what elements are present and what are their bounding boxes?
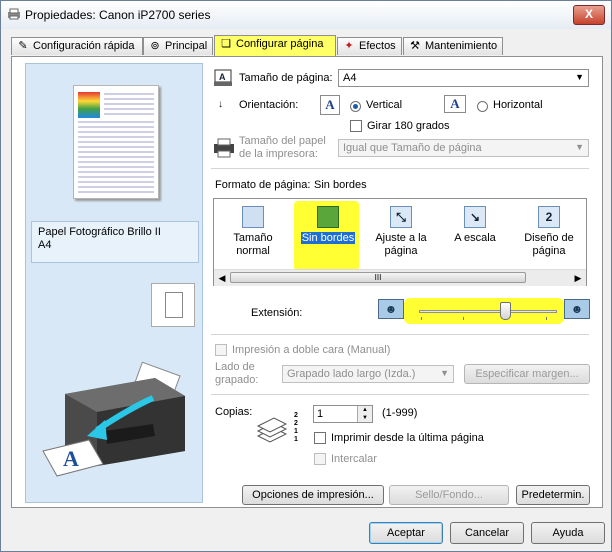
portrait-icon: A [320,95,340,115]
page-size-label: Tamaño de página: [239,72,333,84]
page-layout-label: Formato de página: [215,179,311,191]
slider-tick [546,317,547,320]
scaled-icon: ↘ [464,206,486,228]
slider-tick [463,317,464,320]
separator [211,334,589,335]
extension-label: Extensión: [251,307,303,319]
orientation-vertical-label: Vertical [366,99,403,111]
layout-page-layout[interactable]: 2 Diseño de página [514,206,584,258]
copies-stack-icon [256,414,292,450]
orientation-horizontal-label: Horizontal [493,99,543,111]
layout-scaled[interactable]: ↘ A escala [440,206,510,245]
effects-icon: ✦ [344,40,354,52]
copies-range: (1-999) [382,407,418,419]
svg-text:A: A [219,72,226,82]
scroll-left-icon[interactable]: ◀ [215,271,229,285]
chevron-down-icon: ▼ [440,368,449,378]
page-setup-icon: ❏ [221,38,231,50]
tab-strip: ✎ Configuración rápida ⊚ Principal ❏ Config… [11,35,603,57]
tab-page-setup[interactable]: ❏ Configurar página [214,35,336,57]
separator [211,168,589,169]
media-info-box: Papel Fotográfico Brillo II A4 [31,221,199,263]
fit-to-page-icon: ⤡ [390,206,412,228]
media-size-text: A4 [38,239,52,251]
copies-label: Copias: [215,406,253,418]
window-title: Propiedades: Canon iP2700 series [25,8,211,22]
ok-button[interactable]: Aceptar [369,522,443,544]
page-size-icon: A [213,69,233,87]
layout-borderless[interactable]: Sin bordes [293,206,363,245]
binding-label-line1: Lado de [215,361,255,373]
slider-tick [421,317,422,320]
scroll-right-icon[interactable]: ▶ [571,271,585,285]
paper-orientation-preview [151,283,195,327]
printer-paper-label-line2: de la impresora: [239,148,318,160]
extension-slider-thumb[interactable] [500,302,511,320]
normal-size-icon [242,206,264,228]
rotate-180-checkbox[interactable] [350,120,362,132]
collate-checkbox[interactable] [314,453,326,465]
orientation-label: Orientación: [239,99,299,111]
printer-paper-label-line1: Tamaño del papel [239,135,326,147]
binding-label-line2: grapado: [215,374,259,386]
specify-margin-button[interactable]: Especificar margen... [464,364,590,384]
chevron-down-icon: ▼ [575,142,584,152]
printer-icon [7,8,21,20]
quick-setup-icon: ✎ [18,40,28,52]
print-last-page-label: Imprimir desde la última página [331,432,484,444]
main-icon: ⊚ [150,40,160,52]
duplex-label: Impresión a doble cara (Manual) [232,344,391,356]
rotate-180-label: Girar 180 grados [367,120,450,132]
help-button[interactable]: Ayuda [531,522,605,544]
media-type-text: Papel Fotográfico Brillo II [38,226,161,238]
page-layout-icon: 2 [538,206,560,228]
collate-order-numbers: 2 2 1 1 [294,412,298,443]
borderless-icon [317,206,339,228]
maintenance-icon: ⚒ [410,40,420,52]
printer-paper-select[interactable]: Igual que Tamaño de página ▼ [338,139,589,157]
layout-normal-size[interactable]: Tamaño normal [218,206,288,258]
chevron-down-icon: ▼ [575,72,584,82]
stamp-background-button[interactable]: Sello/Fondo... [389,485,509,505]
spin-down-icon[interactable]: ▼ [357,414,372,422]
copies-spinbox[interactable]: 1 ▲ ▼ [313,405,373,423]
separator [211,394,589,395]
tab-main[interactable]: ⊚ Principal [143,37,213,55]
defaults-button[interactable]: Predetermin. [516,485,590,505]
extension-slider-track[interactable] [419,310,557,313]
tab-quick-setup[interactable]: ✎ Configuración rápida [11,37,143,55]
spin-up-icon[interactable]: ▲ [357,406,372,414]
orientation-vertical-radio[interactable] [350,101,361,112]
page-preview [73,85,159,199]
print-options-button[interactable]: Opciones de impresión... [242,485,384,505]
tab-effects[interactable]: ✦ Efectos [337,37,402,55]
binding-side-select[interactable]: Grapado lado largo (Izda.) ▼ [282,365,454,383]
printer-illustration-icon: A [35,356,195,486]
title-bar: Propiedades: Canon iP2700 series X [1,1,611,29]
layout-scrollbar[interactable]: ◀ III ▶ [214,269,586,286]
duplex-checkbox[interactable] [215,344,227,356]
printer-properties-window: Propiedades: Canon iP2700 series X ✎ Conf… [0,0,612,552]
page-layout-value: Sin bordes [314,179,367,191]
print-last-page-checkbox[interactable] [314,432,326,444]
arrow-down-icon: ↓ [218,99,223,110]
cancel-button[interactable]: Cancelar [450,522,524,544]
layout-fit-to-page[interactable]: ⤡ Ajuste a la página [366,206,436,258]
landscape-icon: A [444,95,466,113]
svg-text:A: A [63,446,79,471]
printer-paper-icon [212,138,236,158]
small-page-icon [165,292,183,318]
person-large-icon: ☻ [564,299,590,319]
page-size-select[interactable]: A4 ▼ [338,69,589,87]
collate-label: Intercalar [331,453,377,465]
scrollbar-thumb[interactable]: III [230,272,526,283]
tab-maintenance[interactable]: ⚒ Mantenimiento [403,37,503,55]
orientation-horizontal-radio[interactable] [477,101,488,112]
person-small-icon: ☻ [378,299,404,319]
close-button[interactable]: X [573,5,605,25]
